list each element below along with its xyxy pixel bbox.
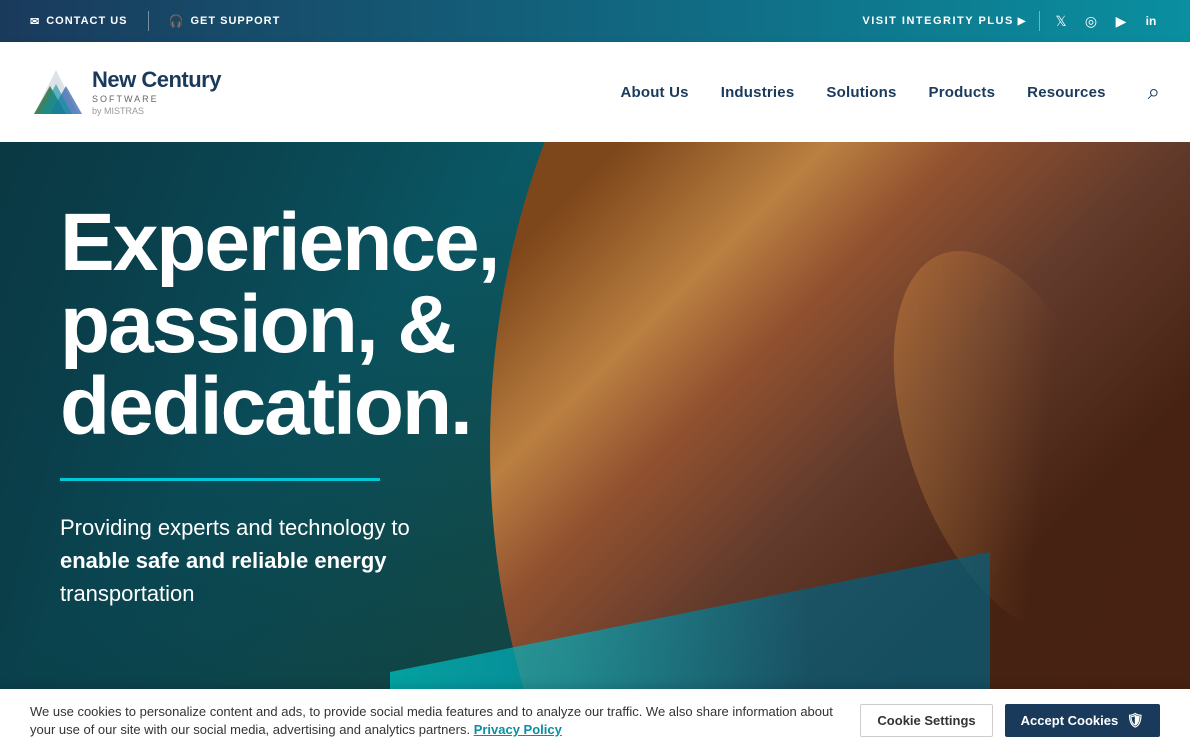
search-button[interactable]: ⌕ [1148,79,1160,105]
logo[interactable]: New Century SOFTWARE by MISTRAS [30,66,221,118]
arrow-icon [1018,15,1027,27]
nav-links: About Us Industries Solutions Products R… [620,79,1160,105]
visit-label: VISIT INTEGRITY PLUS [862,15,1013,27]
hero-title-line1: Experience, [60,202,640,284]
hero-title: Experience, passion, & dedication. [60,202,640,448]
nav-about[interactable]: About Us [620,84,688,101]
shield-icon: 🛡 [1126,712,1144,729]
hero-divider [60,478,380,481]
hero-subtitle-line3: transportation [60,577,640,610]
nav-solutions[interactable]: Solutions [826,84,896,101]
nav-bar: New Century SOFTWARE by MISTRAS About Us… [0,42,1190,142]
nav-resources[interactable]: Resources [1027,84,1106,101]
hero-title-line2: passion, & [60,284,640,366]
nav-industries[interactable]: Industries [721,84,795,101]
hero-content: Experience, passion, & dedication. Provi… [0,142,700,610]
logo-icon [30,66,82,118]
hero-subtitle-line1: Providing experts and technology to [60,511,640,544]
cookie-settings-button[interactable]: Cookie Settings [860,704,992,737]
youtube-icon[interactable]: ▶ [1112,13,1130,30]
linkedin-icon[interactable]: in [1142,14,1160,28]
logo-sub: SOFTWARE [92,94,221,104]
cookie-bar: We use cookies to personalize content an… [0,689,1190,753]
cookie-text: We use cookies to personalize content an… [30,703,840,739]
top-bar-right: VISIT INTEGRITY PLUS 𝕏 ◎ ▶ in [862,11,1160,31]
contact-label: CONTACT US [46,15,127,27]
hero-section: Experience, passion, & dedication. Provi… [0,142,1190,752]
divider-2 [1039,11,1040,31]
hero-subtitle-line2: enable safe and reliable energy [60,544,640,577]
contact-us-link[interactable]: CONTACT US [30,15,128,28]
get-support-link[interactable]: GET SUPPORT [169,14,281,28]
logo-by: by MISTRAS [92,106,221,116]
subtitle-em1: reliable [231,548,308,573]
envelope-icon [30,15,40,28]
headset-icon [169,14,185,28]
hero-title-line3: dedication. [60,366,640,448]
accept-label: Accept Cookies [1021,713,1119,728]
top-bar-left: CONTACT US GET SUPPORT [30,11,280,31]
hero-subtitle: Providing experts and technology to enab… [60,511,640,610]
accept-cookies-button[interactable]: Accept Cookies 🛡 [1005,704,1160,737]
logo-main: New Century [92,68,221,92]
instagram-icon[interactable]: ◎ [1082,13,1100,30]
nav-products[interactable]: Products [929,84,996,101]
subtitle-post: energy [314,548,386,573]
cookie-actions: Cookie Settings Accept Cookies 🛡 [860,704,1160,737]
privacy-policy-link[interactable]: Privacy Policy [474,722,562,737]
visit-integrity-link[interactable]: VISIT INTEGRITY PLUS [862,15,1027,27]
support-label: GET SUPPORT [190,15,280,27]
top-bar: CONTACT US GET SUPPORT VISIT INTEGRITY P… [0,0,1190,42]
cookie-message: We use cookies to personalize content an… [30,704,833,737]
logo-text: New Century SOFTWARE by MISTRAS [92,68,221,115]
subtitle-pre: enable safe and [60,548,225,573]
divider [148,11,149,31]
twitter-icon[interactable]: 𝕏 [1052,13,1070,30]
